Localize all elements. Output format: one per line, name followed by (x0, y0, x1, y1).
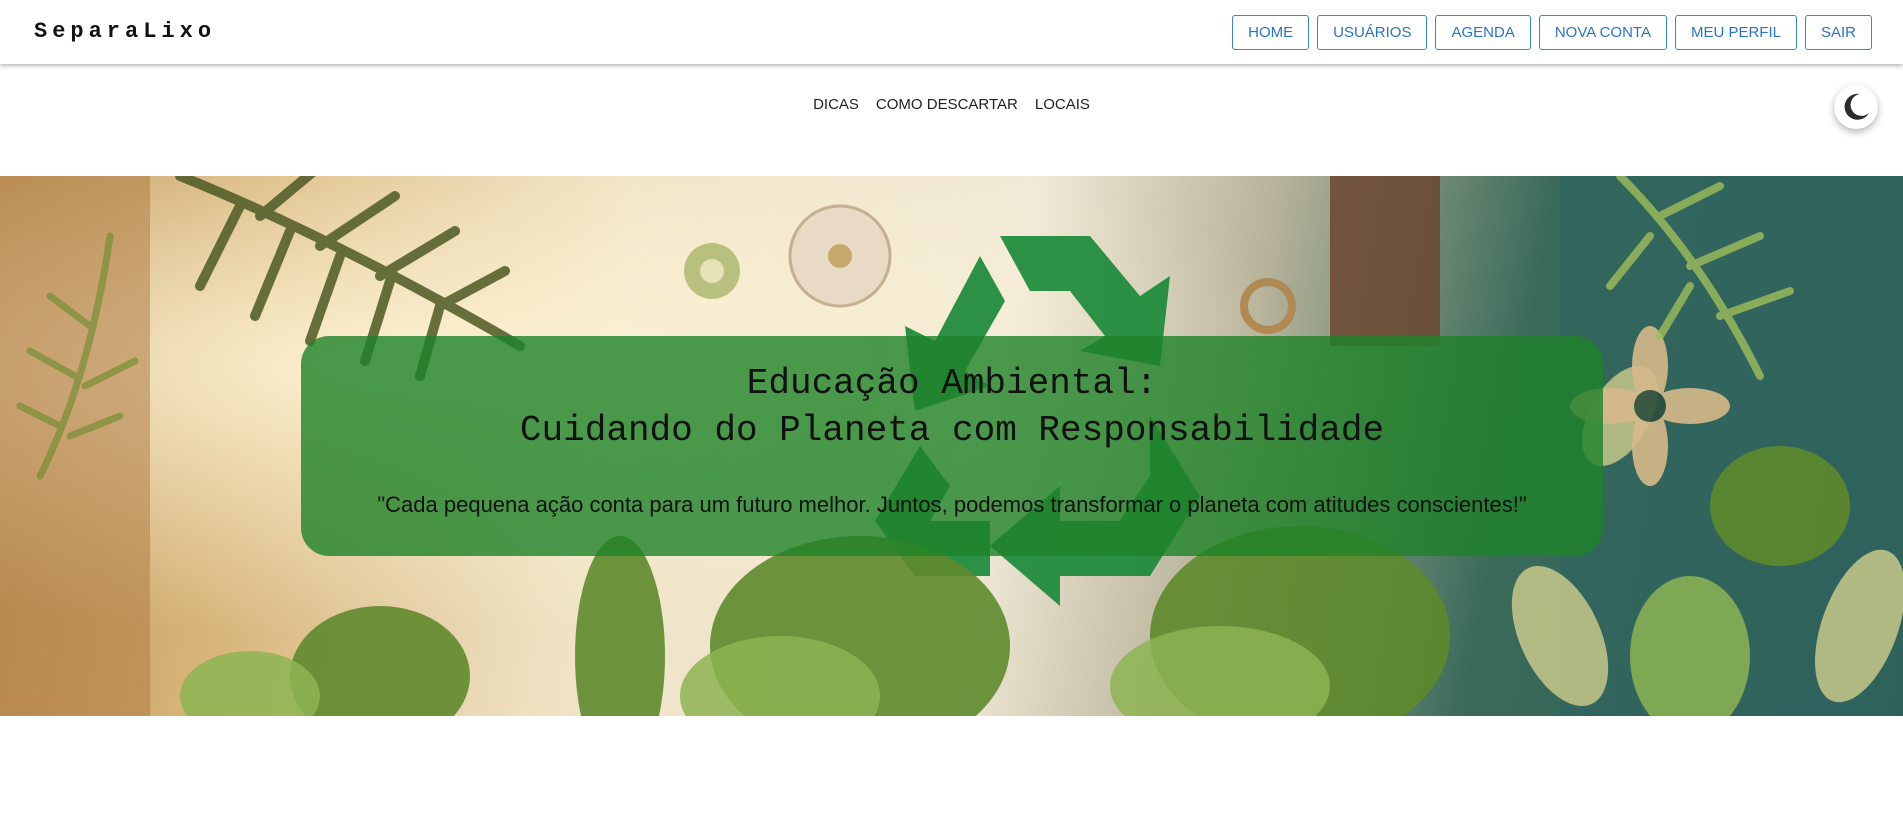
nav-agenda-button[interactable]: AGENDA (1435, 15, 1531, 50)
secondary-nav: DICAS COMO DESCARTAR LOCAIS (0, 96, 1903, 113)
hero-card: Educação Ambiental: Cuidando do Planeta … (301, 336, 1603, 556)
nav-home-button[interactable]: HOME (1232, 15, 1310, 50)
hero-title: Educação Ambiental: Cuidando do Planeta … (301, 360, 1603, 454)
nav-usuarios-button[interactable]: USUÁRIOS (1317, 15, 1428, 50)
subnav-como-descartar-link[interactable]: COMO DESCARTAR (876, 96, 1018, 113)
subnav-locais-link[interactable]: LOCAIS (1035, 96, 1090, 113)
brand-logo[interactable]: SeparaLixo (34, 19, 216, 44)
hero-title-line-1: Educação Ambiental: (746, 363, 1158, 404)
hero-quote: "Cada pequena ação conta para um futuro … (377, 492, 1527, 517)
nav-nova-conta-button[interactable]: NOVA CONTA (1538, 15, 1667, 50)
nav-meu-perfil-button[interactable]: MEU PERFIL (1674, 15, 1797, 50)
moon-icon (1844, 93, 1869, 120)
nav-buttons: HOME USUÁRIOS AGENDA NOVA CONTA MEU PERF… (1232, 15, 1872, 50)
hero-banner: Educação Ambiental: Cuidando do Planeta … (0, 176, 1903, 716)
top-navbar: SeparaLixo HOME USUÁRIOS AGENDA NOVA CON… (0, 0, 1903, 64)
theme-toggle-button[interactable] (1834, 85, 1878, 129)
nav-sair-button[interactable]: SAIR (1804, 15, 1872, 50)
hero-title-line-2: Cuidando do Planeta com Responsabilidade (519, 410, 1385, 451)
subnav-dicas-link[interactable]: DICAS (813, 96, 859, 113)
